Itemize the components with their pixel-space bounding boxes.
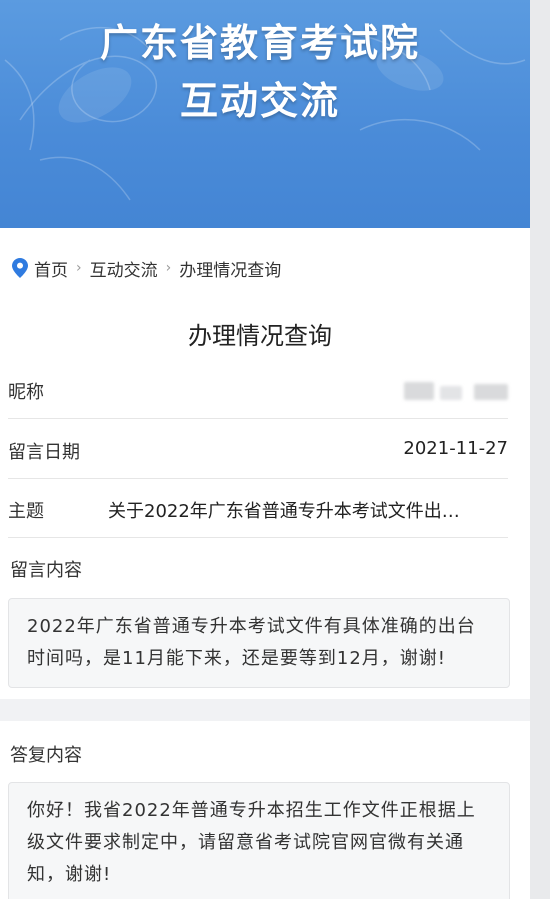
location-pin-icon [12,258,28,278]
date-label: 留言日期 [8,442,80,463]
banner-title-line1: 广东省教育考试院 [99,21,420,65]
breadcrumb-interaction-link[interactable]: 互动交流 [90,256,158,281]
banner-title-line2: 互动交流 [179,79,340,123]
subject-value: 关于2022年广东省普通专升本考试文件出… [108,501,460,522]
nickname-value-blurred [404,380,508,402]
page-title: 办理情况查询 [188,322,332,350]
breadcrumb-separator: › [76,260,82,276]
reply-label: 答复内容 [10,745,82,766]
breadcrumb-home-link[interactable]: 首页 [34,256,68,281]
subject-label: 主题 [8,501,44,522]
message-content-box: 2022年广东省普通专升本考试文件有具体准确的出台时间吗，是11月能下来，还是要… [8,598,510,688]
breadcrumb-current: 办理情况查询 [179,260,282,281]
reply-content: 你好！我省2022年普通专升本招生工作文件正根据上级文件要求制定中，请留意省考试… [27,800,476,885]
screen-edge [530,0,550,899]
reply-content-box: 你好！我省2022年普通专升本招生工作文件正根据上级文件要求制定中，请留意省考试… [8,782,510,899]
page: 广东省教育考试院 互动交流 首页 › 互动交流 › 办理情况查询 办理情况查询 … [0,0,550,899]
nickname-label: 昵称 [8,382,44,403]
section-divider [0,699,530,721]
nickname-row: 昵称 [8,360,508,419]
subject-row: 主题 关于2022年广东省普通专升本考试文件出… [8,479,508,538]
header-banner: 广东省教育考试院 互动交流 [0,0,530,228]
message-content: 2022年广东省普通专升本考试文件有具体准确的出台时间吗，是11月能下来，还是要… [27,616,476,669]
date-value: 2021-11-27 [403,438,508,459]
message-label: 留言内容 [10,560,82,581]
breadcrumb: 首页 › 互动交流 › 办理情况查询 [12,254,281,282]
breadcrumb-separator: › [165,260,172,276]
date-row: 留言日期 2021-11-27 [8,420,508,479]
